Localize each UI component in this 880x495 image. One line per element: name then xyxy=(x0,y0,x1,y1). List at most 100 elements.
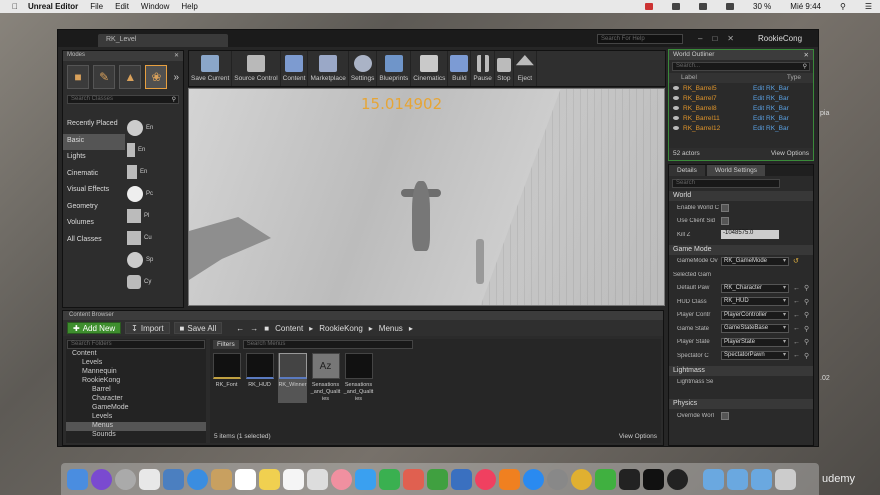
category-visual-effects[interactable]: Visual Effects xyxy=(63,183,125,200)
cinematics-button[interactable]: Cinematics xyxy=(411,51,449,86)
table-row[interactable]: RK_Barrel5 Edit RK_Bar xyxy=(669,83,813,93)
category-geometry[interactable]: Geometry xyxy=(63,200,125,217)
landscape-mode-icon[interactable]: ▲ xyxy=(119,65,142,89)
apple-icon[interactable]:  xyxy=(12,2,18,11)
section-physics[interactable]: Physics xyxy=(669,399,813,409)
eye-icon[interactable] xyxy=(673,116,679,120)
category-volumes[interactable]: Volumes xyxy=(63,216,125,233)
checkbox[interactable] xyxy=(721,411,729,420)
gamemode-select[interactable]: RK_GameMode xyxy=(721,256,789,266)
kill-z-input[interactable]: -1048575.0 xyxy=(721,230,779,240)
save-all-button[interactable]: ■ Save All xyxy=(173,322,223,334)
outliner-search-input[interactable]: Search... ⚲ xyxy=(672,62,810,71)
folder-item[interactable]: Levels xyxy=(66,359,206,368)
notes-icon[interactable] xyxy=(259,468,280,490)
asset-tile[interactable]: RK_HUD xyxy=(245,353,274,403)
category-basic[interactable]: Basic xyxy=(63,133,125,150)
menu-list-icon[interactable]: ☰ xyxy=(865,2,872,11)
tab-world-settings[interactable]: World Settings xyxy=(706,165,766,176)
status-icon[interactable] xyxy=(699,3,708,10)
help-search-input[interactable]: Search For Help xyxy=(597,34,683,44)
search-assets-input[interactable]: Search Menus xyxy=(242,340,413,349)
breadcrumb-item[interactable]: RookieKong xyxy=(319,324,363,333)
downloads-folder-icon[interactable] xyxy=(703,468,724,490)
place-mode-icon[interactable]: ■ xyxy=(67,65,90,89)
table-row[interactable]: RK_Barrel12 Edit RK_Bar xyxy=(669,123,813,133)
unreal-icon[interactable] xyxy=(667,468,688,490)
actor-type-link[interactable]: Edit RK_Bar xyxy=(753,95,789,102)
app-icon[interactable] xyxy=(211,468,232,490)
list-item[interactable]: Pl xyxy=(127,205,179,227)
terminal-icon[interactable] xyxy=(619,468,640,490)
reset-arrow-icon[interactable]: ↺ xyxy=(793,257,799,265)
section-lightmass[interactable]: Lightmass xyxy=(669,365,813,376)
trash-icon[interactable] xyxy=(775,468,796,490)
level-tab[interactable]: RK_Level xyxy=(98,34,228,47)
actor-type-link[interactable]: Edit RK_Bar xyxy=(753,85,789,92)
eye-icon[interactable] xyxy=(673,86,679,90)
facetime-icon[interactable] xyxy=(379,468,400,490)
minimize-icon[interactable]: – xyxy=(698,34,702,43)
asset-tile[interactable]: Sensations_and_Qualities xyxy=(344,353,373,403)
folder-item[interactable]: Content xyxy=(66,350,206,359)
expand-icon[interactable]: » xyxy=(173,72,179,83)
menu-window[interactable]: Window xyxy=(141,2,169,11)
launchpad-icon[interactable] xyxy=(115,468,136,490)
browse-icon[interactable]: ← xyxy=(793,298,800,305)
browse-icon[interactable]: ← xyxy=(793,339,800,346)
list-item[interactable]: En xyxy=(127,117,179,139)
status-icon[interactable] xyxy=(645,3,654,10)
search-icon[interactable]: ⚲ xyxy=(804,352,809,360)
forward-icon[interactable]: → xyxy=(250,324,258,333)
content-button[interactable]: Content xyxy=(281,51,309,86)
list-item[interactable]: Cu xyxy=(127,227,179,249)
search-icon[interactable]: ⚲ xyxy=(840,2,846,11)
epic-games-icon[interactable] xyxy=(643,468,664,490)
folder-item[interactable]: RookieKong xyxy=(66,377,206,386)
search-classes-input[interactable]: Search Classes ⚲ xyxy=(67,95,179,104)
column-label[interactable]: Label xyxy=(681,74,697,82)
folder-item[interactable]: Character xyxy=(66,395,206,404)
view-options-button[interactable]: View Options xyxy=(771,150,809,158)
keynote-icon[interactable] xyxy=(451,468,472,490)
finder-icon[interactable] xyxy=(67,468,88,490)
reminders-icon[interactable] xyxy=(283,468,304,490)
spectator-select[interactable]: SpectatorPawn xyxy=(721,351,789,361)
maximize-icon[interactable]: □ xyxy=(712,34,717,43)
category-cinematic[interactable]: Cinematic xyxy=(63,167,125,184)
game-state-select[interactable]: GameStateBase xyxy=(721,324,789,334)
search-icon[interactable]: ⚲ xyxy=(804,298,809,306)
app-store-icon[interactable] xyxy=(523,468,544,490)
search-icon[interactable]: ⚲ xyxy=(804,311,809,319)
safari-icon[interactable] xyxy=(187,468,208,490)
folder-item[interactable]: Barrel xyxy=(66,386,206,395)
folder-item[interactable]: Sounds xyxy=(66,431,206,440)
folder-item[interactable]: GameMode xyxy=(66,404,206,413)
build-button[interactable]: Build xyxy=(448,51,472,86)
checkbox[interactable] xyxy=(721,203,729,212)
actor-type-link[interactable]: Edit RK_Bar xyxy=(753,115,789,122)
list-item[interactable]: Sp xyxy=(127,249,179,271)
column-type[interactable]: Type xyxy=(787,74,801,82)
category-recently-placed[interactable]: Recently Placed xyxy=(63,117,125,134)
search-icon[interactable]: ⚲ xyxy=(804,325,809,333)
app-icon[interactable] xyxy=(307,468,328,490)
folder-icon[interactable] xyxy=(727,468,748,490)
close-icon[interactable]: ✕ xyxy=(804,51,809,59)
eject-button[interactable]: Eject xyxy=(514,51,537,86)
photos-icon[interactable] xyxy=(163,468,184,490)
app-icon[interactable] xyxy=(403,468,424,490)
folder-icon[interactable] xyxy=(751,468,772,490)
foliage-mode-icon[interactable]: ❀ xyxy=(145,65,168,89)
import-button[interactable]: ↧ Import xyxy=(125,322,170,334)
default-pawn-select[interactable]: RK_Character xyxy=(721,283,789,293)
eye-icon[interactable] xyxy=(673,126,679,130)
source-control-button[interactable]: Source Control xyxy=(232,51,281,86)
folder-item[interactable]: Levels xyxy=(66,413,206,422)
category-all-classes[interactable]: All Classes xyxy=(63,233,125,250)
details-search-input[interactable]: Search xyxy=(672,179,780,188)
app-icon[interactable] xyxy=(595,468,616,490)
eye-icon[interactable] xyxy=(673,96,679,100)
chrome-icon[interactable] xyxy=(571,468,592,490)
folder-item[interactable]: Mannequin xyxy=(66,368,206,377)
